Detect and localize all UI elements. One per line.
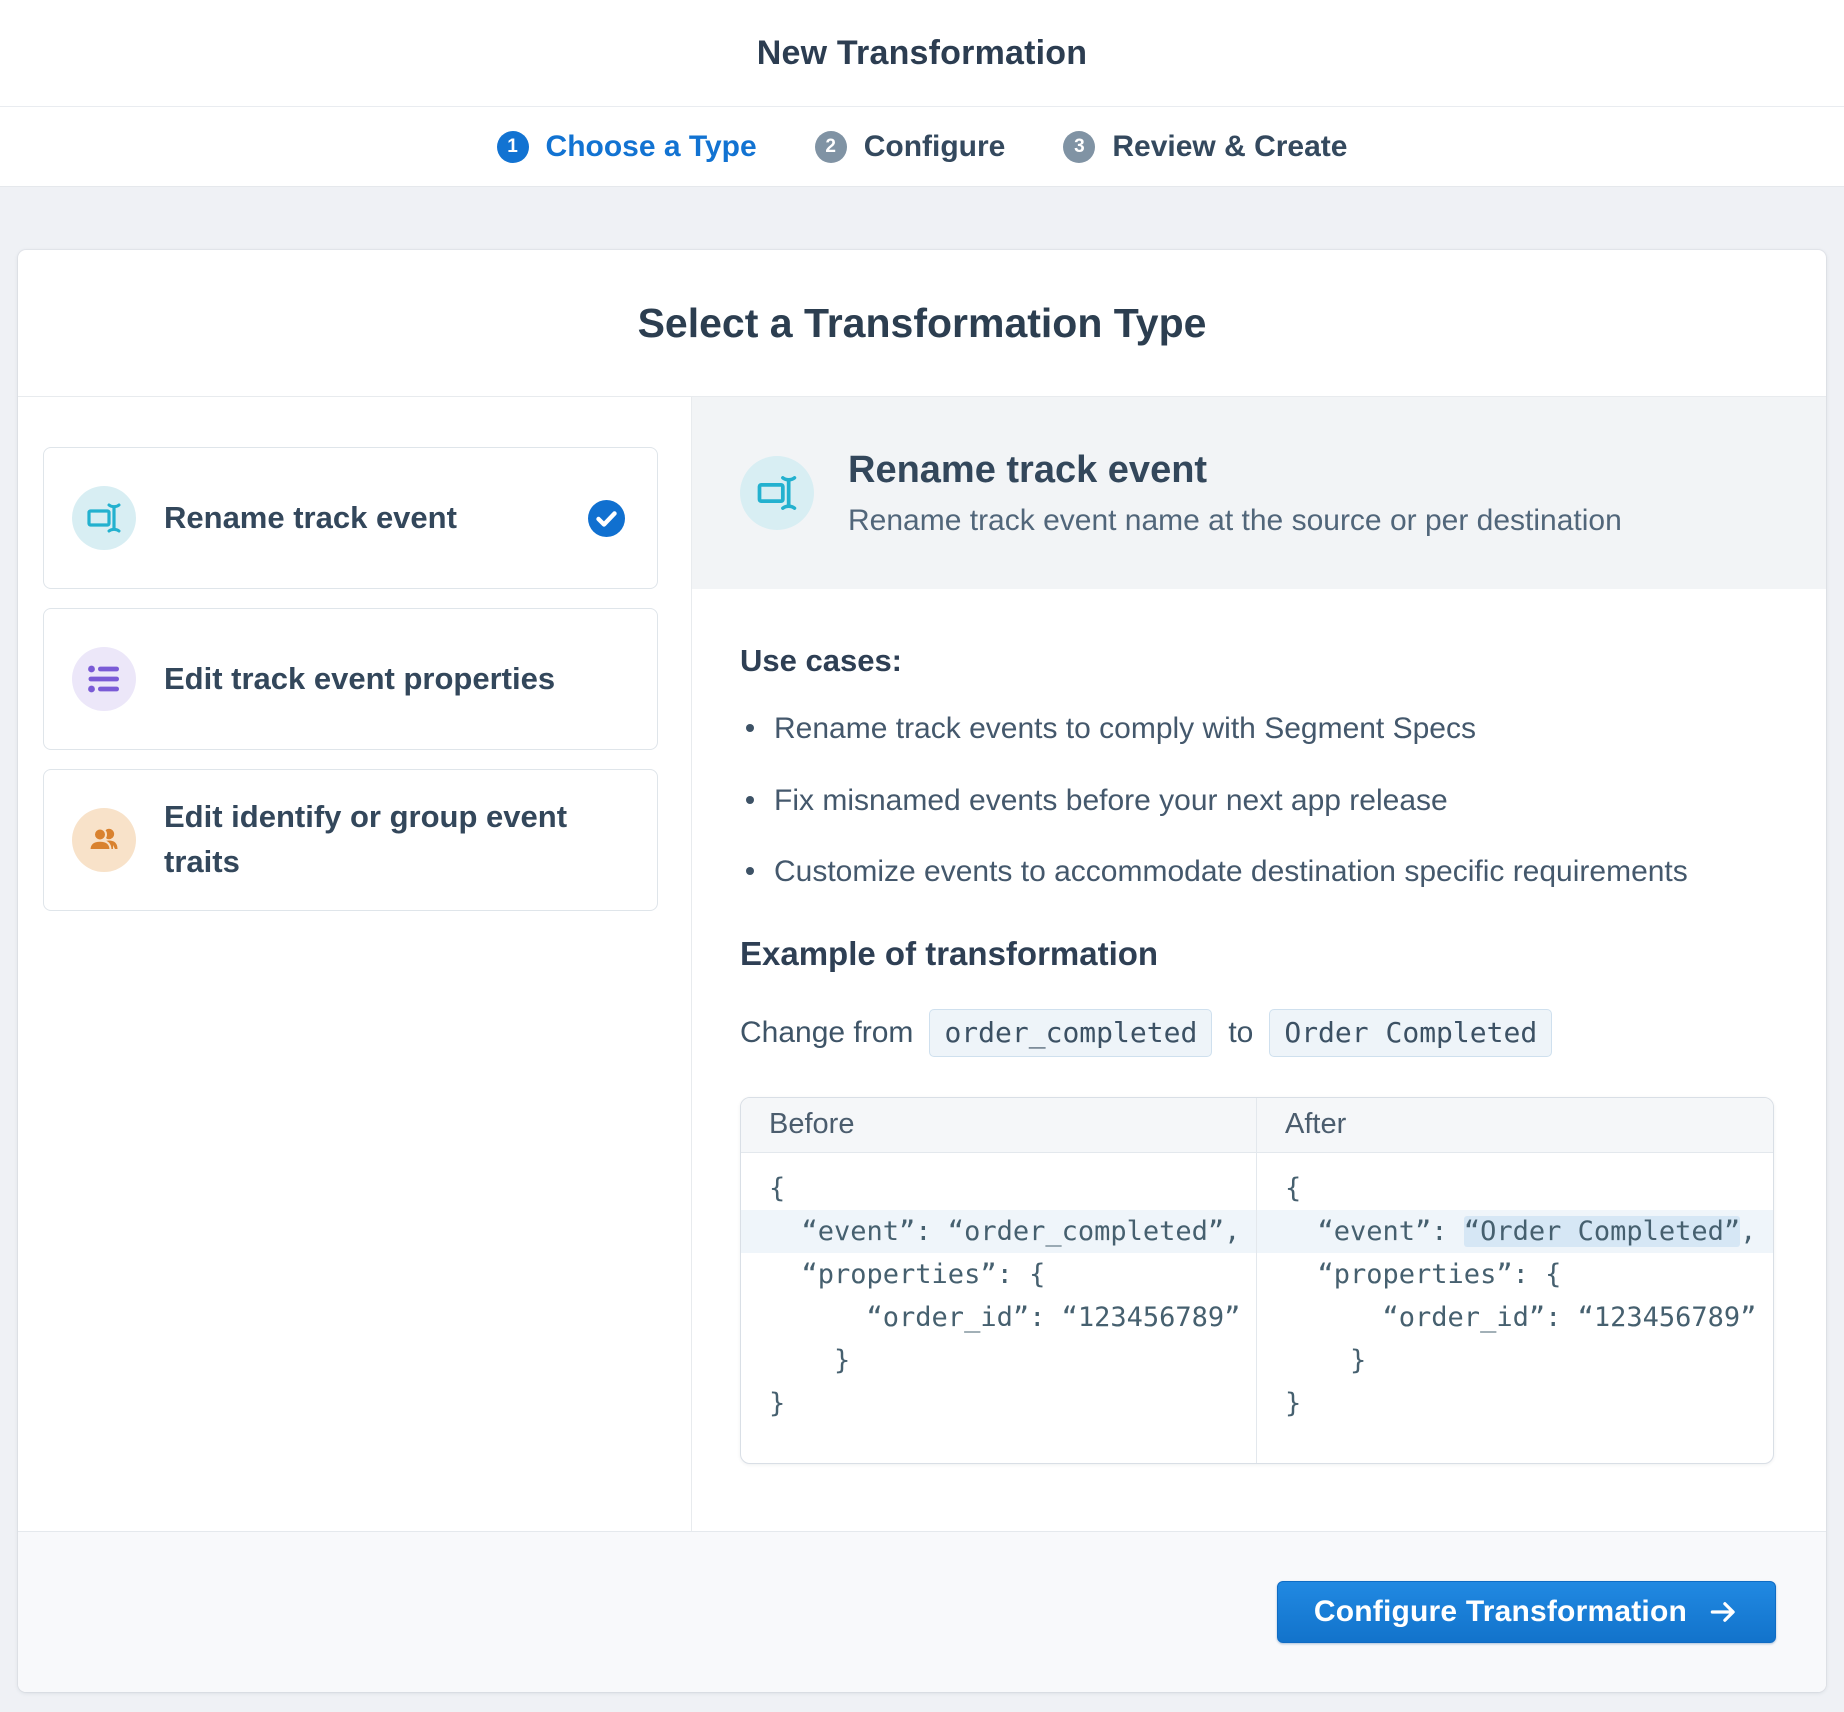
rename-icon — [740, 456, 814, 530]
type-option-list: Rename track event Edit track event prop… — [18, 397, 692, 1531]
before-after-body: { “event”: “order_completed”, “propertie… — [741, 1152, 1773, 1463]
before-column-header: Before — [741, 1097, 1257, 1152]
use-case-item: Customize events to accommodate destinat… — [740, 852, 1778, 893]
card-body: Rename track event Edit track event prop… — [18, 397, 1826, 1531]
users-icon — [72, 808, 136, 872]
renamed-value-highlight: “Order Completed” — [1463, 1215, 1741, 1247]
arrow-right-icon — [1707, 1596, 1739, 1628]
use-cases-heading: Use cases: — [740, 643, 903, 678]
code-line: { — [1285, 1172, 1302, 1204]
change-from-chip: order_completed — [929, 1008, 1213, 1057]
selected-check-icon — [588, 499, 625, 537]
code-line: } — [769, 1387, 786, 1419]
use-cases-list: Rename track events to comply with Segme… — [740, 709, 1778, 893]
code-line: “order_id”: “123456789” — [1285, 1301, 1757, 1333]
list-icon — [72, 647, 136, 711]
step-1-label: Choose a Type — [545, 129, 757, 163]
wizard-stepper: 1 Choose a Type 2 Configure 3 Review & C… — [0, 107, 1844, 187]
detail-content: Use cases: Rename track events to comply… — [692, 589, 1826, 1464]
option-edit-identify-or-group-event-traits[interactable]: Edit identify or group event traits — [43, 769, 658, 911]
change-connector: to — [1228, 1015, 1254, 1049]
use-case-item: Rename track events to comply with Segme… — [740, 709, 1778, 750]
detail-title: Rename track event — [848, 448, 1208, 491]
change-example-row: Change from order_completed to Order Com… — [740, 1008, 1778, 1057]
page-title: New Transformation — [756, 33, 1088, 72]
option-label: Edit identify or group event traits — [164, 799, 568, 879]
option-rename-track-event[interactable]: Rename track event — [43, 447, 658, 589]
code-line: } — [1285, 1344, 1367, 1376]
example-heading: Example of transformation — [740, 934, 1159, 972]
option-edit-track-event-properties[interactable]: Edit track event properties — [43, 608, 658, 750]
code-line: “properties”: { — [769, 1258, 1046, 1290]
code-line: “order_id”: “123456789” — [769, 1301, 1241, 1333]
code-line-highlighted: “event”: “order_completed”, — [741, 1209, 1256, 1253]
step-2-label: Configure — [863, 129, 1006, 163]
step-review-create[interactable]: 3 Review & Create — [1063, 130, 1347, 164]
code-segment: “event”: — [1285, 1215, 1464, 1247]
step-2-number: 2 — [814, 130, 847, 163]
option-label: Rename track event — [164, 499, 457, 535]
card-title: Select a Transformation Type — [637, 299, 1207, 346]
card-title-row: Select a Transformation Type — [18, 250, 1826, 397]
configure-transformation-button[interactable]: Configure Transformation — [1276, 1581, 1776, 1643]
code-segment: , — [1740, 1215, 1757, 1247]
code-line: “properties”: { — [1285, 1258, 1562, 1290]
configure-transformation-label: Configure Transformation — [1313, 1595, 1687, 1628]
before-after-header: Before After — [741, 1097, 1773, 1153]
step-3-label: Review & Create — [1112, 129, 1348, 163]
use-case-item: Fix misnamed events before your next app… — [740, 781, 1778, 822]
code-line-highlighted: “event”: “Order Completed”, — [1257, 1209, 1773, 1253]
code-line: } — [1285, 1387, 1302, 1419]
option-label: Edit track event properties — [164, 660, 556, 696]
code-line: { — [769, 1172, 786, 1204]
step-3-number: 3 — [1063, 130, 1096, 163]
card-footer: Configure Transformation — [18, 1531, 1826, 1692]
step-configure[interactable]: 2 Configure — [814, 129, 1006, 164]
change-to-chip: Order Completed — [1269, 1008, 1553, 1057]
detail-subtitle: Rename track event name at the source or… — [848, 503, 1622, 537]
transformation-type-card: Select a Transformation Type Rename trac… — [18, 250, 1826, 1692]
change-prefix: Change from — [740, 1015, 914, 1049]
detail-hero: Rename track event Rename track event na… — [692, 397, 1826, 589]
before-after-table: Before After { “event”: “order_completed… — [740, 1096, 1774, 1464]
before-code-block: { “event”: “order_completed”, “propertie… — [741, 1152, 1257, 1463]
after-column-header: After — [1285, 1108, 1347, 1141]
wizard-header: New Transformation — [0, 0, 1844, 107]
step-1-number: 1 — [496, 130, 529, 163]
code-line: } — [769, 1344, 851, 1376]
type-detail-panel: Rename track event Rename track event na… — [692, 397, 1826, 1531]
step-choose-a-type[interactable]: 1 Choose a Type — [496, 129, 757, 164]
after-code-block: { “event”: “Order Completed”, “propertie… — [1257, 1153, 1773, 1463]
rename-icon — [72, 486, 136, 550]
detail-hero-text: Rename track event Rename track event na… — [848, 449, 1622, 538]
